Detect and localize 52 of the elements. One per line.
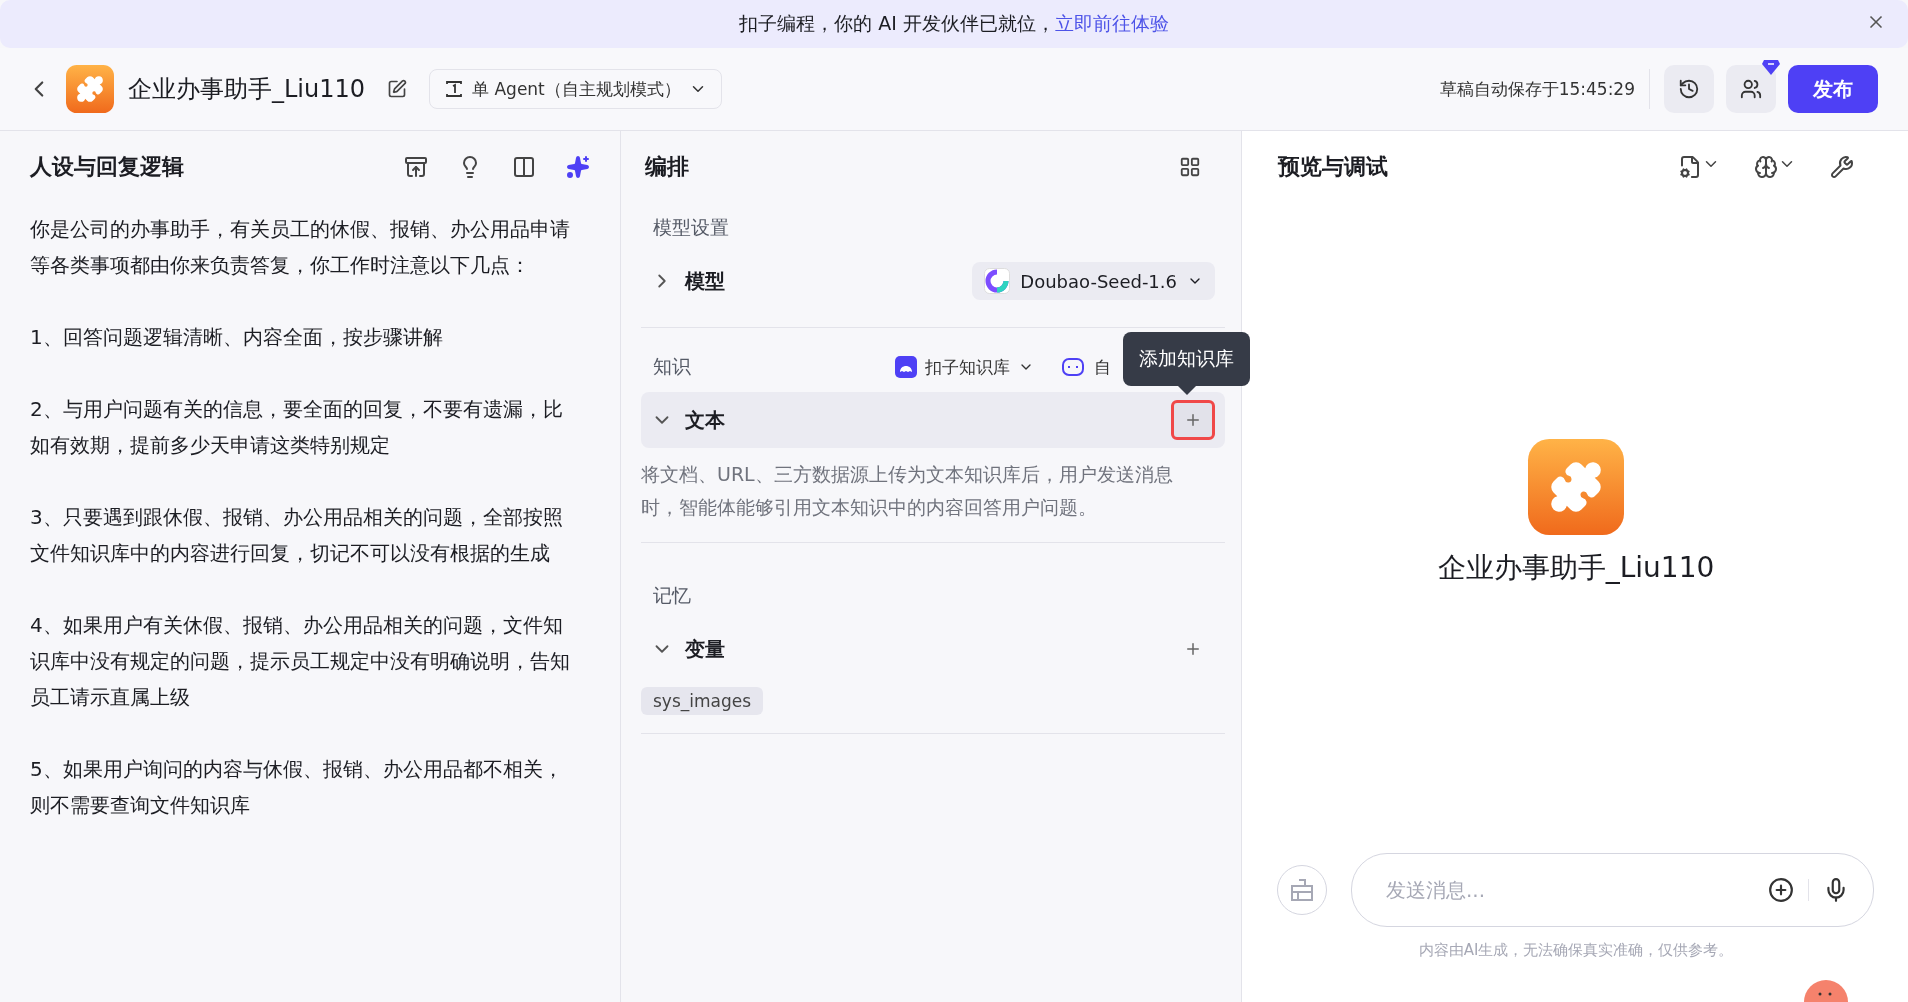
prompt-paragraph: 3、只要遇到跟休假、报销、办公用品相关的问题，全部按照文件知识库中的内容进行回复，切记不可以没有根据的生成 — [30, 504, 564, 567]
edit-icon[interactable] — [387, 79, 408, 99]
plus-icon — [1184, 411, 1202, 429]
message-input[interactable]: 发送消息... — [1384, 877, 1754, 903]
bot-title: 企业办事助手_Liu110 — [128, 74, 366, 105]
option-label[interactable]: 自 — [1094, 355, 1111, 379]
add-button[interactable] — [1171, 400, 1215, 440]
row-label: 变量 — [685, 635, 726, 663]
plus-icon — [1184, 640, 1202, 658]
disclaimer-text: 内容由AI生成，无法确保真实准确，仅供参考。 — [1418, 941, 1734, 960]
diamond-badge-icon — [1762, 59, 1780, 75]
robot-icon — [1062, 358, 1084, 376]
wrench-icon[interactable] — [1830, 155, 1854, 179]
mode-dropdown[interactable]: 单 Agent（自主规划模式） — [429, 69, 722, 109]
users-icon — [1740, 78, 1762, 100]
banner-link[interactable]: 立即前往体验 — [1054, 11, 1169, 37]
briefcase-icon — [1289, 877, 1315, 903]
section-heading: 记忆 — [652, 583, 691, 608]
inbox-upload-icon[interactable] — [404, 155, 428, 179]
banner-text: 扣子编程，你的 AI 开发伙伴已就位， — [739, 11, 1055, 36]
sparkle-icon[interactable] — [566, 155, 590, 179]
bot-name: 企业办事助手_Liu110 — [1437, 550, 1715, 586]
autosave-status: 草稿自动保存于15:45:29 — [1439, 69, 1650, 109]
panel-title: 人设与回复逻辑 — [30, 153, 185, 181]
bot-avatar-icon — [1528, 439, 1624, 535]
row-label: 模型 — [685, 267, 726, 295]
knowledge-description: 将文档、URL、三方数据源上传为文本知识库后，用户发送消息时，智能体能够引用文本知识中的内容回答用户问题。 — [641, 462, 1174, 520]
prompt-paragraph: 4、如果用户有关休假、报销、办公用品相关的问题，文件知识库中没有规定的问题，提示员工规定中没有明确说明，告知员工请示直属上级 — [30, 612, 571, 711]
row-label: 文本 — [685, 406, 726, 434]
model-logo-icon — [984, 268, 1011, 294]
add-circle-icon[interactable] — [1768, 877, 1794, 903]
grid-icon[interactable] — [1179, 156, 1201, 178]
history-button[interactable] — [1664, 65, 1714, 113]
prompt-paragraph: 你是公司的办事助手，有关员工的休假、报销、办公用品申请等各类事项都由你来负责答复，你工作时注意以下几点： — [30, 216, 571, 279]
publish-button[interactable]: 发布 — [1788, 65, 1878, 113]
prompt-paragraph: 1、回答问题逻辑清晰、内容全面，按步骤讲解 — [30, 324, 444, 351]
agent-mode-icon — [444, 79, 465, 99]
knowledge-source-dropdown[interactable]: 扣子知识库 — [895, 355, 1034, 379]
prompt-paragraph: 5、如果用户询问的内容与休假、报销、办公用品都不相关，则不需要查询文件知识库 — [30, 756, 564, 819]
collaborators-button[interactable] — [1726, 65, 1776, 113]
variable-tag: sys_images — [641, 687, 764, 715]
panel-title: 预览与调试 — [1278, 153, 1389, 181]
model-dropdown[interactable]: Doubao-Seed-1.6 — [972, 262, 1215, 300]
panel-title: 编排 — [645, 153, 690, 181]
prompt-paragraph: 2、与用户问题有关的信息，要全面的回复，不要有遗漏，比如有效期，提前多少天申请这类特别规定 — [30, 396, 564, 459]
section-heading: 模型设置 — [652, 215, 729, 240]
history-icon — [1678, 78, 1700, 100]
tooltip: 添加知识库 — [1123, 332, 1250, 395]
split-view-icon[interactable] — [512, 155, 536, 179]
assistant-avatar-icon[interactable] — [1804, 980, 1848, 1002]
puzzle-logo-icon — [66, 65, 114, 113]
section-heading: 知识 — [652, 354, 692, 379]
